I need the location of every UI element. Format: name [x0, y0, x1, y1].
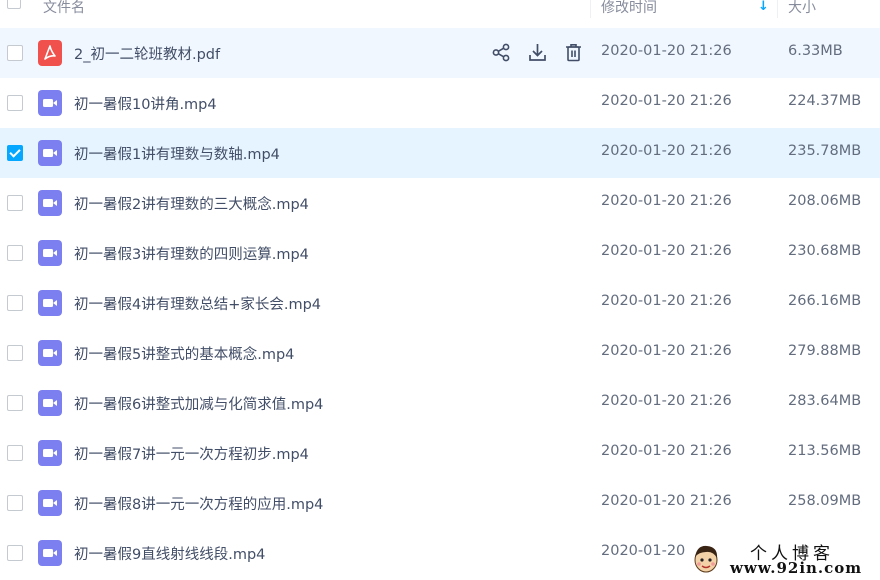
trash-icon[interactable] — [563, 42, 584, 63]
file-name[interactable]: 初一暑假10讲角.mp4 — [74, 93, 217, 114]
file-name[interactable]: 初一暑假7讲一元一次方程初步.mp4 — [74, 443, 309, 464]
file-modified-time: 2020-01-20 21:26 — [601, 43, 732, 59]
row-checkbox[interactable] — [7, 195, 23, 211]
avatar-icon — [694, 545, 718, 573]
file-row[interactable]: 初一暑假8讲一元一次方程的应用.mp4 2020-01-20 21:26 258.0… — [0, 478, 880, 528]
file-row[interactable]: 初一暑假10讲角.mp4 2020-01-20 21:26 224.37MB — [0, 78, 880, 128]
video-file-icon — [38, 540, 62, 566]
video-file-icon — [38, 490, 62, 516]
column-header-size[interactable]: 大小 — [788, 0, 816, 17]
video-file-icon — [38, 190, 62, 216]
row-checkbox[interactable] — [7, 545, 23, 561]
file-size: 230.68MB — [788, 243, 862, 259]
file-name[interactable]: 初一暑假3讲有理数的四则运算.mp4 — [74, 243, 309, 264]
column-divider — [590, 0, 591, 18]
file-modified-time: 2020-01-20 21:26 — [601, 343, 732, 359]
file-row[interactable]: 初一暑假2讲有理数的三大概念.mp4 2020-01-20 21:26 208.06… — [0, 178, 880, 228]
file-size: 266.16MB — [788, 293, 862, 309]
file-name[interactable]: 初一暑假8讲一元一次方程的应用.mp4 — [74, 493, 323, 514]
row-checkbox[interactable] — [7, 345, 23, 361]
download-icon[interactable] — [527, 42, 548, 63]
video-file-icon — [38, 440, 62, 466]
file-row[interactable]: 2_初一二轮班教材.pdf 2020-01-20 21:26 6.33MB — [0, 28, 880, 78]
video-file-icon — [38, 140, 62, 166]
file-row[interactable]: 初一暑假5讲整式的基本概念.mp4 2020-01-20 21:26 279.88M… — [0, 328, 880, 378]
file-size: 283.64MB — [788, 393, 862, 409]
row-checkbox[interactable] — [7, 95, 23, 111]
select-all-checkbox[interactable] — [7, 0, 21, 9]
column-divider — [777, 0, 778, 18]
file-modified-time: 2020-01-20 21:26 — [601, 293, 732, 309]
file-modified-time: 2020-01-20 21:26 — [601, 143, 732, 159]
row-checkbox[interactable] — [7, 395, 23, 411]
file-modified-time: 2020-01-20 21:26 — [601, 243, 732, 259]
column-header-name[interactable]: 文件名 — [43, 0, 85, 17]
video-file-icon — [38, 390, 62, 416]
file-name[interactable]: 初一暑假1讲有理数与数轴.mp4 — [74, 143, 280, 164]
file-row[interactable]: 初一暑假7讲一元一次方程初步.mp4 2020-01-20 21:26 213.56… — [0, 428, 880, 478]
file-modified-time: 2020-01-20 — [601, 543, 686, 559]
file-modified-time: 2020-01-20 21:26 — [601, 493, 732, 509]
file-size: 224.37MB — [788, 93, 862, 109]
sort-arrow-icon[interactable]: ↓ — [758, 0, 769, 14]
video-file-icon — [38, 240, 62, 266]
row-checkbox[interactable] — [7, 45, 23, 61]
watermark: 个人博客 www.92in.com — [686, 539, 880, 580]
pdf-file-icon — [38, 40, 62, 66]
file-size: 279.88MB — [788, 343, 862, 359]
file-name[interactable]: 初一暑假2讲有理数的三大概念.mp4 — [74, 193, 309, 214]
file-size: 213.56MB — [788, 443, 862, 459]
row-checkbox[interactable] — [7, 445, 23, 461]
video-file-icon — [38, 340, 62, 366]
row-checkbox[interactable] — [7, 245, 23, 261]
row-checkbox[interactable] — [7, 145, 23, 161]
file-name[interactable]: 2_初一二轮班教材.pdf — [74, 43, 220, 64]
file-size: 258.09MB — [788, 493, 862, 509]
file-modified-time: 2020-01-20 21:26 — [601, 193, 732, 209]
file-name[interactable]: 初一暑假5讲整式的基本概念.mp4 — [74, 343, 294, 364]
share-icon[interactable] — [491, 42, 512, 63]
row-checkbox[interactable] — [7, 495, 23, 511]
file-row[interactable]: 初一暑假3讲有理数的四则运算.mp4 2020-01-20 21:26 230.68… — [0, 228, 880, 278]
row-checkbox[interactable] — [7, 295, 23, 311]
file-row[interactable]: 初一暑假4讲有理数总结+家长会.mp4 2020-01-20 21:26 266.1… — [0, 278, 880, 328]
file-name[interactable]: 初一暑假4讲有理数总结+家长会.mp4 — [74, 293, 321, 314]
file-row[interactable]: 初一暑假1讲有理数与数轴.mp4 2020-01-20 21:26 235.78MB — [0, 128, 880, 178]
file-modified-time: 2020-01-20 21:26 — [601, 393, 732, 409]
video-file-icon — [38, 290, 62, 316]
file-name[interactable]: 初一暑假6讲整式加减与化简求值.mp4 — [74, 393, 323, 414]
watermark-url: www.92in.com — [730, 559, 863, 577]
file-list-header: 文件名 修改时间 ↓ 大小 — [0, 0, 880, 22]
file-modified-time: 2020-01-20 21:26 — [601, 93, 732, 109]
file-size: 235.78MB — [788, 143, 862, 159]
file-row[interactable]: 初一暑假6讲整式加减与化简求值.mp4 2020-01-20 21:26 283.6… — [0, 378, 880, 428]
video-file-icon — [38, 90, 62, 116]
column-header-modified-time[interactable]: 修改时间 — [601, 0, 657, 17]
file-list: 2_初一二轮班教材.pdf 2020-01-20 21:26 6.33MB 初一暑假1… — [0, 28, 880, 578]
file-modified-time: 2020-01-20 21:26 — [601, 443, 732, 459]
file-size: 6.33MB — [788, 43, 843, 59]
file-name[interactable]: 初一暑假9直线射线线段.mp4 — [74, 543, 265, 564]
row-actions — [491, 42, 584, 63]
file-size: 208.06MB — [788, 193, 862, 209]
